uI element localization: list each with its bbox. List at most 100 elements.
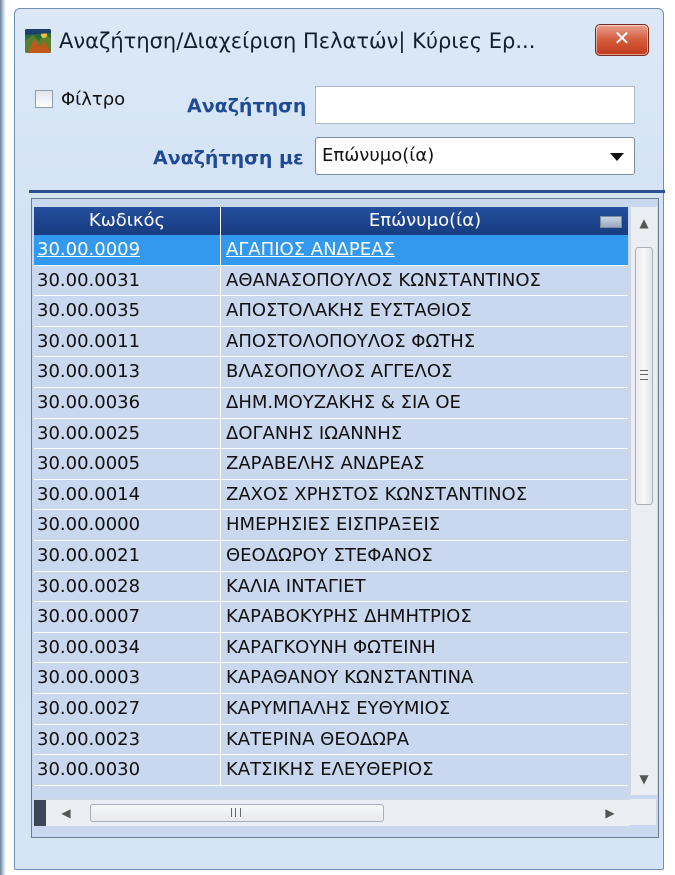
filter-checkbox[interactable] [35,90,53,108]
vertical-scrollbar[interactable]: ▲ ▼ [630,207,657,795]
table-row[interactable]: 30.00.0000 ΗΜΕΡΗΣΙΕΣ ΕΙΣΠΡΑΞΕΙΣ [34,510,628,541]
cell-divider [220,755,221,785]
table-row[interactable]: 30.00.0014 ΖΑΧΟΣ ΧΡΗΣΤΟΣ ΚΩΝΣΤΑΝΤΙΝΟΣ [34,479,628,511]
cell-surname: ΚΑΤΣΙΚΗΣ ΕΛΕΥΘΕΡΙΟΣ [226,759,434,781]
cell-divider [220,540,221,571]
cell-divider [220,632,221,663]
customer-app-icon [25,29,51,53]
cell-surname: ΔΗΜ.ΜΟΥΖΑΚΗΣ & ΣΙΑ ΟΕ [226,391,461,413]
cell-divider [220,326,221,357]
cell-surname: ΖΑΧΟΣ ΧΡΗΣΤΟΣ ΚΩΝΣΤΑΝΤΙΝΟΣ [226,483,528,505]
table-row[interactable]: 30.00.0013 ΒΛΑΣΟΠΟΥΛΟΣ ΑΓΓΕΛΟΣ [34,357,628,388]
table-row[interactable]: 30.00.0021 ΘΕΟΔΩΡΟΥ ΣΤΕΦΑΝΟΣ [34,540,628,572]
scroll-left-icon[interactable]: ◀ [54,800,78,826]
cell-code: 30.00.0027 [37,697,141,719]
cell-divider [220,357,221,387]
scrollbar-corner [630,799,656,825]
cell-code: 30.00.0009 [37,239,141,260]
cell-surname: ΑΠΟΣΤΟΛΟΠΟΥΛΟΣ ΦΩΤΗΣ [226,330,476,352]
table-row[interactable]: 30.00.0035 ΑΠΟΣΤΟΛΑΚΗΣ ΕΥΣΤΑΘΙΟΣ [34,296,628,327]
cell-divider [220,724,221,755]
cell-surname: ΚΑΤΕΡΙΝΑ ΘΕΟΔΩΡΑ [226,728,410,750]
column-header-surname[interactable]: Επώνυμο(ία) [222,207,628,235]
filter-checkbox-label: Φίλτρο [61,89,126,110]
search-by-selected-value: Επώνυμο(ία) [322,145,435,166]
cell-surname: ΑΘΑΝΑΣΟΠΟΥΛΟΣ ΚΩΝΣΤΑΝΤΙΝΟΣ [226,269,541,291]
desktop-edge [0,0,6,875]
vertical-scroll-thumb[interactable] [635,247,653,505]
cell-divider [220,235,221,265]
cell-divider [220,449,221,479]
cell-code: 30.00.0014 [37,483,141,505]
table-row[interactable]: 30.00.0034 ΚΑΡΑΓΚΟΥΝΗ ΦΩΤΕΙΝΗ [34,632,628,664]
cell-divider [220,387,221,418]
horizontal-scrollbar[interactable]: ◀ ▶ [34,799,630,826]
search-label: Αναζήτηση [187,95,307,117]
cell-surname: ΚΑΡΑΒΟΚΥΡΗΣ ΔΗΜΗΤΡΙΟΣ [226,606,472,628]
customers-grid[interactable]: Κωδικός Επώνυμο(ία) 30.00.0009 ΑΓΑΠΙΟΣ ΑΝ… [31,198,659,838]
cell-code: 30.00.0021 [37,544,141,566]
table-row[interactable]: 30.00.0027 ΚΑΡΥΜΠΑΛΗΣ ΕΥΘΥΜΙΟΣ [34,693,628,725]
cell-code: 30.00.0000 [37,514,141,536]
cell-code: 30.00.0031 [37,269,141,291]
column-header-code[interactable]: Κωδικός [34,207,221,235]
separator-line [29,190,665,193]
table-row[interactable]: 30.00.0009 ΑΓΑΠΙΟΣ ΑΝΔΡΕΑΣ [34,235,628,266]
cell-code: 30.00.0028 [37,575,141,597]
cell-surname: ΗΜΕΡΗΣΙΕΣ ΕΙΣΠΡΑΞΕΙΣ [226,514,441,536]
customer-search-window: Αναζήτηση/Διαχείριση Πελατών| Κύριες Ερ.… [14,8,665,870]
table-row[interactable]: 30.00.0003 ΚΑΡΑΘΑΝΟΥ ΚΩΝΣΤΑΝΤΙΝΑ [34,663,628,694]
table-row[interactable]: 30.00.0005 ΖΑΡΑΒΕΛΗΣ ΑΝΔΡΕΑΣ [34,449,628,480]
cell-code: 30.00.0035 [37,300,141,322]
table-row[interactable]: 30.00.0028 ΚΑΛΙΑ ΙΝΤΑΓΙΕΤ [34,571,628,603]
cell-code: 30.00.0030 [37,759,141,781]
scroll-down-icon[interactable]: ▼ [631,767,657,791]
cell-divider [220,479,221,510]
cell-surname: ΑΓΑΠΙΟΣ ΑΝΔΡΕΑΣ [226,239,395,260]
cell-surname: ΚΑΡΑΓΚΟΥΝΗ ΦΩΤΕΙΝΗ [226,636,436,658]
cell-surname: ΔΟΓΑΝΗΣ ΙΩΑΝΝΗΣ [226,422,403,444]
cell-code: 30.00.0003 [37,667,141,689]
search-input[interactable] [315,86,635,124]
cell-divider [220,663,221,693]
cell-code: 30.00.0023 [37,728,141,750]
cell-surname: ΘΕΟΔΩΡΟΥ ΣΤΕΦΑΝΟΣ [226,544,433,566]
scroll-grip-icon [640,370,648,380]
cell-divider [220,418,221,449]
table-row[interactable]: 30.00.0007 ΚΑΡΑΒΟΚΥΡΗΣ ΔΗΜΗΤΡΙΟΣ [34,602,628,633]
cell-code: 30.00.0007 [37,606,141,628]
cell-surname: ΚΑΡΑΘΑΝΟΥ ΚΩΝΣΤΑΝΤΙΝΑ [226,667,474,689]
table-row[interactable]: 30.00.0011 ΑΠΟΣΤΟΛΟΠΟΥΛΟΣ ΦΩΤΗΣ [34,326,628,358]
scroll-up-icon[interactable]: ▲ [631,211,657,235]
grid-header: Κωδικός Επώνυμο(ία) [34,207,628,235]
grid-rows: 30.00.0009 ΑΓΑΠΙΟΣ ΑΝΔΡΕΑΣ 30.00.0031 ΑΘΑΝΑ… [34,235,628,786]
cell-surname: ΒΛΑΣΟΠΟΥΛΟΣ ΑΓΓΕΛΟΣ [226,361,453,383]
scroll-right-icon[interactable]: ▶ [598,800,622,826]
table-row[interactable]: 30.00.0023 ΚΑΤΕΡΙΝΑ ΘΕΟΔΩΡΑ [34,724,628,756]
search-by-dropdown[interactable]: Επώνυμο(ία) [315,137,635,175]
cell-code: 30.00.0011 [37,330,141,352]
cell-code: 30.00.0034 [37,636,141,658]
close-icon: ✕ [613,26,631,50]
cell-code: 30.00.0013 [37,361,141,383]
scrollbar-edge [34,800,46,826]
table-row[interactable]: 30.00.0025 ΔΟΓΑΝΗΣ ΙΩΑΝΝΗΣ [34,418,628,450]
table-row[interactable]: 30.00.0031 ΑΘΑΝΑΣΟΠΟΥΛΟΣ ΚΩΝΣΤΑΝΤΙΝΟΣ [34,265,628,297]
dropdown-arrow-icon [610,153,624,161]
table-row[interactable]: 30.00.0030 ΚΑΤΣΙΚΗΣ ΕΛΕΥΘΕΡΙΟΣ [34,755,628,786]
close-button[interactable]: ✕ [595,24,649,56]
cell-divider [220,571,221,602]
search-by-label: Αναζήτηση με [153,147,304,169]
cell-surname: ΑΠΟΣΤΟΛΑΚΗΣ ΕΥΣΤΑΘΙΟΣ [226,300,472,322]
horizontal-scroll-thumb[interactable] [90,804,384,822]
cell-divider [220,265,221,296]
cell-divider [220,693,221,724]
table-row[interactable]: 30.00.0036 ΔΗΜ.ΜΟΥΖΑΚΗΣ & ΣΙΑ ΟΕ [34,387,628,419]
cell-divider [220,602,221,632]
cell-surname: ΖΑΡΑΒΕΛΗΣ ΑΝΔΡΕΑΣ [226,453,425,475]
cell-code: 30.00.0005 [37,453,141,475]
title-bar[interactable]: Αναζήτηση/Διαχείριση Πελατών| Κύριες Ερ.… [15,9,663,71]
window-title: Αναζήτηση/Διαχείριση Πελατών| Κύριες Ερ.… [59,29,536,53]
scroll-grip-icon [231,808,241,817]
cell-divider [220,510,221,540]
